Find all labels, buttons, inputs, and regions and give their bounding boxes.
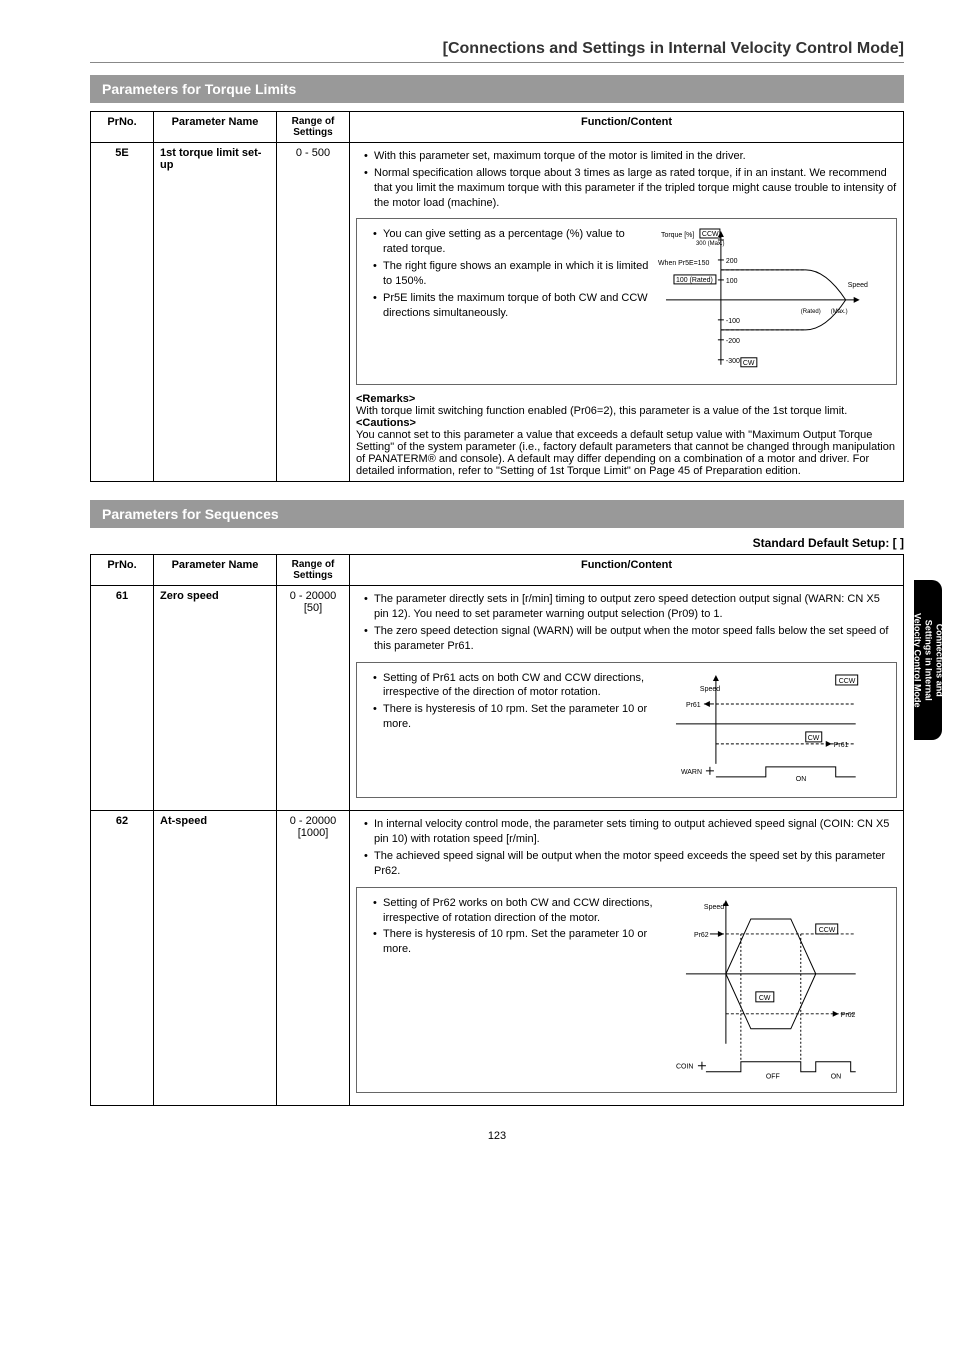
- svg-text:Pr61: Pr61: [686, 701, 701, 708]
- col-range: Range of Settings: [277, 112, 350, 143]
- pname-5e: 1st torque limit set-up: [154, 143, 277, 482]
- svg-text:(Rated): (Rated): [800, 309, 820, 315]
- page-number: 123: [90, 1130, 904, 1142]
- section-header-seq: Parameters for Sequences: [90, 500, 904, 528]
- col-func: Function/Content: [350, 555, 904, 586]
- table-header-row: PrNo. Parameter Name Range of Settings F…: [91, 555, 904, 586]
- remarks-text: With torque limit switching function ena…: [356, 405, 897, 417]
- table-row: 62 At-speed 0 - 20000 [1000] In internal…: [91, 811, 904, 1106]
- cautions-label: <Cautions>: [356, 417, 897, 429]
- svg-text:Pr61: Pr61: [833, 741, 848, 748]
- svg-text:-300: -300: [726, 358, 740, 365]
- svg-text:CCW: CCW: [838, 677, 855, 684]
- bullet: There is hysteresis of 10 rpm. Set the p…: [373, 927, 653, 957]
- svg-text:Pr62: Pr62: [694, 932, 709, 939]
- pname-61: Zero speed: [154, 586, 277, 811]
- side-tab: Connections and Settings in Internal Vel…: [914, 580, 942, 740]
- zero-speed-chart: CCW Speed Pr61 CW Pr61 WARN: [656, 669, 876, 789]
- svg-text:CW: CW: [759, 995, 771, 1002]
- bullet: Setting of Pr62 works on both CW and CCW…: [373, 896, 653, 926]
- at-speed-chart: Speed Pr62 Pr62 CCW CW: [656, 894, 876, 1084]
- remarks-label: <Remarks>: [356, 393, 897, 405]
- svg-text:200: 200: [726, 258, 738, 265]
- range-61: 0 - 20000 [50]: [277, 586, 350, 811]
- svg-text:Torque [%]: Torque [%]: [661, 232, 694, 239]
- bullet: In internal velocity control mode, the p…: [364, 817, 897, 847]
- svg-text:300 (Max.): 300 (Max.): [696, 241, 725, 247]
- bullet: Setting of Pr61 acts on both CW and CCW …: [373, 671, 653, 701]
- prno-62: 62: [91, 811, 154, 1106]
- at-speed-inner-box: Setting of Pr62 works on both CW and CCW…: [356, 887, 897, 1094]
- svg-text:-100: -100: [726, 318, 740, 325]
- svg-text:COIN: COIN: [676, 1063, 693, 1070]
- bullet: There is hysteresis of 10 rpm. Set the p…: [373, 702, 653, 732]
- prno-5e: 5E: [91, 143, 154, 482]
- col-pname: Parameter Name: [154, 112, 277, 143]
- side-tab-line2: Settings in Internal: [923, 619, 933, 700]
- col-prno: PrNo.: [91, 112, 154, 143]
- svg-text:Pr62: Pr62: [840, 1012, 855, 1019]
- prno-61: 61: [91, 586, 154, 811]
- bullet: Normal specification allows torque about…: [364, 166, 897, 211]
- col-pname: Parameter Name: [154, 555, 277, 586]
- svg-text:100 (Rated): 100 (Rated): [676, 277, 713, 284]
- section-header-torque: Parameters for Torque Limits: [90, 75, 904, 103]
- table-row: 5E 1st torque limit set-up 0 - 500 With …: [91, 143, 904, 482]
- torque-chart: 100 200 -100 -200 -300: [656, 225, 876, 375]
- torque-inner-box: You can give setting as a percentage (%)…: [356, 218, 897, 385]
- bullet: With this parameter set, maximum torque …: [364, 149, 897, 164]
- col-range: Range of Settings: [277, 555, 350, 586]
- svg-text:OFF: OFF: [766, 1073, 780, 1080]
- col-func: Function/Content: [350, 112, 904, 143]
- pname-62: At-speed: [154, 811, 277, 1106]
- func-62: In internal velocity control mode, the p…: [350, 811, 904, 1106]
- bullet: The zero speed detection signal (WARN) w…: [364, 624, 897, 654]
- bullet: The right figure shows an example in whi…: [373, 259, 653, 289]
- col-prno: PrNo.: [91, 555, 154, 586]
- svg-text:100: 100: [726, 278, 738, 285]
- page-title: [Connections and Settings in Internal Ve…: [90, 40, 904, 58]
- cautions-text: You cannot set to this parameter a value…: [356, 429, 897, 477]
- svg-text:-200: -200: [726, 338, 740, 345]
- func-5e: With this parameter set, maximum torque …: [350, 143, 904, 482]
- torque-table: PrNo. Parameter Name Range of Settings F…: [90, 111, 904, 482]
- table-row: 61 Zero speed 0 - 20000 [50] The paramet…: [91, 586, 904, 811]
- side-tab-line3: Velocity Control Mode: [913, 613, 923, 708]
- svg-text:ON: ON: [830, 1073, 840, 1080]
- svg-text:Speed: Speed: [847, 282, 867, 289]
- range-62: 0 - 20000 [1000]: [277, 811, 350, 1106]
- svg-text:When Pr5E=150: When Pr5E=150: [658, 260, 709, 267]
- bullet: The parameter directly sets in [r/min] t…: [364, 592, 897, 622]
- seq-table: PrNo. Parameter Name Range of Settings F…: [90, 554, 904, 1106]
- default-setup-label: Standard Default Setup: [ ]: [90, 536, 904, 550]
- svg-text:WARN: WARN: [681, 768, 702, 775]
- svg-text:CW: CW: [743, 360, 755, 367]
- svg-text:CW: CW: [807, 734, 819, 741]
- func-61: The parameter directly sets in [r/min] t…: [350, 586, 904, 811]
- zero-speed-inner-box: Setting of Pr61 acts on both CW and CCW …: [356, 662, 897, 799]
- svg-text:Speed: Speed: [704, 904, 724, 911]
- bullet: The achieved speed signal will be output…: [364, 849, 897, 879]
- side-tab-line1: Connections and: [934, 623, 944, 696]
- bullet: Pr5E limits the maximum torque of both C…: [373, 291, 653, 321]
- range-5e: 0 - 500: [277, 143, 350, 482]
- svg-text:Speed: Speed: [700, 685, 720, 692]
- svg-text:ON: ON: [795, 775, 805, 782]
- svg-text:(Max.): (Max.): [830, 309, 847, 315]
- bullet: You can give setting as a percentage (%)…: [373, 227, 653, 257]
- svg-text:CCW: CCW: [702, 231, 719, 238]
- table-header-row: PrNo. Parameter Name Range of Settings F…: [91, 112, 904, 143]
- title-divider: [90, 62, 904, 63]
- svg-text:CCW: CCW: [818, 927, 835, 934]
